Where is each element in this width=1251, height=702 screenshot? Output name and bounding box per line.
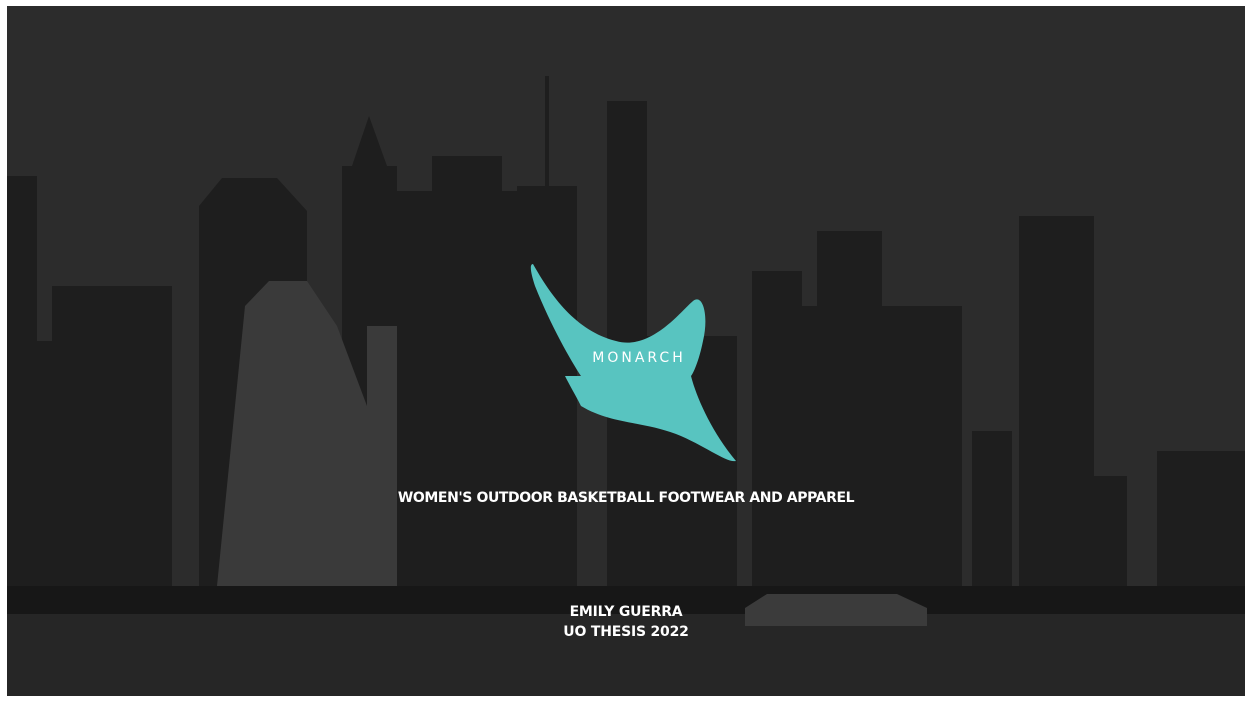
logo-wordmark: MONARCH [592,350,686,366]
author-name: EMILY GUERRA [569,604,683,620]
thesis-label: UO THESIS 2022 [563,624,689,640]
slide-tagline: WOMEN'S OUTDOOR BASKETBALL FOOTWEAR AND … [397,490,855,506]
title-slide: MONARCH WOMEN'S OUTDOOR BASKETBALL FOOTW… [7,6,1245,696]
